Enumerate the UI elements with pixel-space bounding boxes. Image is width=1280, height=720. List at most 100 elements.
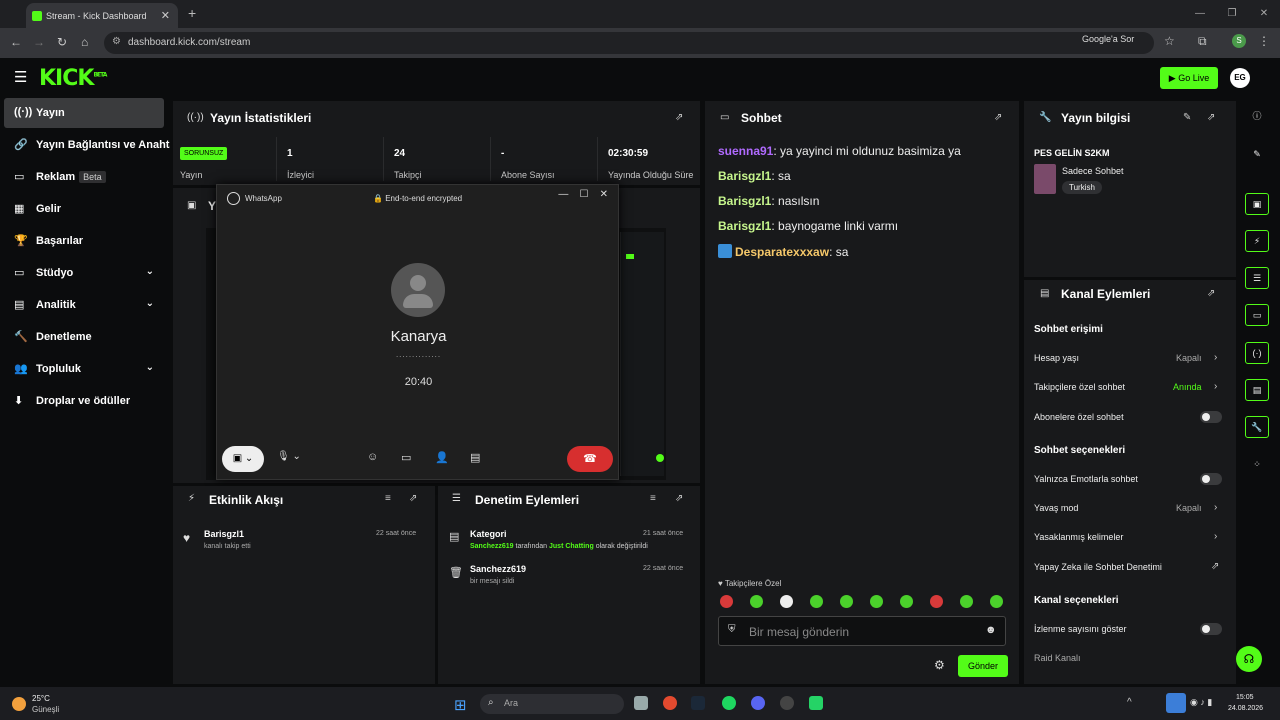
emote-only-toggle[interactable] [1200, 473, 1222, 485]
emote-icon[interactable] [930, 595, 943, 608]
spotify-icon[interactable] [722, 696, 736, 710]
steam-icon[interactable] [691, 696, 705, 710]
filter-icon[interactable]: ≡ [385, 493, 391, 504]
weather-temp[interactable]: 25°C [32, 694, 50, 703]
popout-icon[interactable]: ⇗ [994, 112, 1002, 123]
wrench-icon[interactable]: 🔧 [1245, 416, 1269, 438]
obs-icon[interactable] [780, 696, 794, 710]
chevron-right-icon[interactable]: › [1214, 352, 1217, 363]
filter-icon[interactable]: ≡ [650, 493, 656, 504]
chevron-right-icon[interactable]: › [1214, 502, 1217, 513]
send-button[interactable]: Gönder [958, 655, 1008, 677]
add-person-icon[interactable]: 👤 [435, 451, 449, 464]
emote-icon[interactable] [720, 595, 733, 608]
ai-moderation-label[interactable]: Yapay Zeka ile Sohbet Denetimi [1034, 562, 1162, 572]
back-icon[interactable]: ← [10, 35, 22, 49]
popout-icon[interactable]: ⇗ [675, 112, 683, 123]
emote-icon[interactable] [990, 595, 1003, 608]
weather-sun-icon[interactable] [12, 697, 26, 711]
sidebar-item-moderation[interactable]: 🔨 Denetleme [4, 322, 164, 352]
maximize-icon[interactable]: ❐ [1216, 0, 1248, 28]
whatsapp-taskbar-icon[interactable] [809, 696, 823, 710]
slow-mode-value[interactable]: Kapalı [1176, 503, 1202, 513]
site-info-icon[interactable]: ⚙ [112, 36, 121, 47]
new-tab-icon[interactable]: + [188, 5, 196, 21]
sidebar-item-achievements[interactable]: 🏆 Başarılar [4, 226, 164, 256]
file-explorer-icon[interactable] [634, 696, 648, 710]
edit-icon[interactable]: ✎ [1245, 144, 1269, 166]
edit-icon[interactable]: ✎ [1183, 112, 1191, 123]
chrome-icon[interactable] [663, 696, 677, 710]
emoji-icon[interactable]: ☻ [985, 624, 997, 636]
channel-icon[interactable]: ▤ [1245, 379, 1269, 401]
banned-words-label[interactable]: Yasaklanmış kelimeler [1034, 532, 1123, 542]
external-link-icon[interactable]: ⇗ [1211, 561, 1219, 572]
kick-logo[interactable]: KICKBETA [39, 66, 107, 91]
clock-date[interactable]: 24.08.2026 [1228, 705, 1263, 712]
bookmark-star-icon[interactable]: ☆ [1164, 34, 1175, 48]
popout-icon[interactable]: ⇗ [409, 493, 417, 504]
support-icon[interactable]: ☊ [1236, 646, 1262, 672]
browser-menu-icon[interactable]: ⋮ [1258, 34, 1270, 48]
popout-icon[interactable]: ⇗ [1207, 112, 1215, 123]
emote-icon[interactable] [900, 595, 913, 608]
google-lens-button[interactable]: Google'a Sor [1082, 34, 1134, 44]
network-sound-icons[interactable]: ◉ ♪ ▮ [1190, 697, 1212, 708]
sidebar-item-analytics[interactable]: ▤ Analitik ⌄ [4, 290, 164, 320]
emote-icon[interactable] [870, 595, 883, 608]
windows-start-icon[interactable]: ⊞ [454, 696, 467, 714]
chevron-right-icon[interactable]: › [1214, 381, 1217, 392]
popout-icon[interactable]: ⇗ [1207, 288, 1215, 299]
lightning-icon[interactable]: ⚡ [1245, 230, 1269, 252]
microphone-button[interactable]: 🎙 ⌄ [277, 451, 301, 462]
end-call-button[interactable]: ☎ [567, 446, 613, 472]
discord-icon[interactable] [751, 696, 765, 710]
emote-icon[interactable] [810, 595, 823, 608]
broadcast-icon[interactable]: (·) [1245, 342, 1269, 364]
followers-chat-value[interactable]: Anında [1173, 382, 1202, 392]
screen-share-icon[interactable]: ▭ [401, 451, 411, 464]
minimize-icon[interactable]: — [1184, 0, 1216, 28]
emote-icon[interactable] [840, 595, 853, 608]
extensions-icon[interactable]: ⧉ [1198, 34, 1207, 49]
forward-icon[interactable]: → [33, 35, 45, 49]
browser-tab[interactable]: Stream - Kick Dashboard ✕ [26, 3, 178, 28]
home-icon[interactable]: ⌂ [81, 35, 88, 49]
info-icon[interactable]: ⓘ [1245, 106, 1269, 128]
sidebar-item-link[interactable]: 🔗 Yayın Bağlantısı ve Anahtarı [4, 130, 170, 160]
sidebar-item-drops[interactable]: ⬇ Droplar ve ödüller [4, 386, 164, 416]
emote-icon[interactable] [750, 595, 763, 608]
emote-icon[interactable] [780, 595, 793, 608]
more-options-icon[interactable]: ▤ [470, 451, 480, 464]
more-tools-icon[interactable]: ⁘ [1245, 454, 1269, 476]
video-icon[interactable]: ▣ [1245, 193, 1269, 215]
taskbar-search[interactable]: ⌕ Ara [480, 694, 624, 714]
emoji-icon[interactable]: ☺ [367, 451, 378, 463]
close-tab-icon[interactable]: ✕ [161, 9, 170, 22]
hamburger-menu-icon[interactable]: ☰ [14, 68, 27, 86]
clock-time[interactable]: 15:05 [1236, 694, 1254, 701]
profile-avatar[interactable]: S [1232, 34, 1246, 48]
sidebar-item-yayin[interactable]: ((·)) Yayın [4, 98, 164, 128]
list-icon[interactable]: ☰ [1245, 267, 1269, 289]
go-live-button[interactable]: ▶ Go Live [1160, 67, 1218, 89]
url-field[interactable]: ⚙ dashboard.kick.com/stream [104, 32, 1154, 54]
microphone-tray-icon[interactable] [1166, 693, 1186, 713]
account-age-value[interactable]: Kapalı [1176, 353, 1202, 363]
whatsapp-call-window[interactable]: WhatsApp 🔒 End-to-end encrypted — ☐ ✕ Ka… [216, 184, 619, 480]
user-avatar[interactable]: EG [1230, 68, 1250, 88]
camera-off-button[interactable]: ▣ ⌄ [222, 446, 264, 472]
show-viewers-toggle[interactable] [1200, 623, 1222, 635]
popout-icon[interactable]: ⇗ [675, 493, 683, 504]
sidebar-item-studio[interactable]: ▭ Stüdyo ⌄ [4, 258, 164, 288]
raid-channel-label[interactable]: Raid Kanalı [1034, 653, 1081, 663]
tray-chevron-icon[interactable]: ^ [1127, 697, 1132, 708]
reload-icon[interactable]: ↻ [57, 35, 67, 49]
chat-input[interactable]: ⛨ Bir mesaj gönderin ☻ [718, 616, 1006, 646]
emote-icon[interactable] [960, 595, 973, 608]
whatsapp-window-controls[interactable]: — ☐ ✕ [558, 189, 608, 200]
chat-icon[interactable]: ▭ [1245, 304, 1269, 326]
subs-chat-toggle[interactable] [1200, 411, 1222, 423]
sidebar-item-ads[interactable]: ▭ Reklam Beta [4, 162, 164, 192]
weather-text[interactable]: Güneşli [32, 705, 59, 714]
